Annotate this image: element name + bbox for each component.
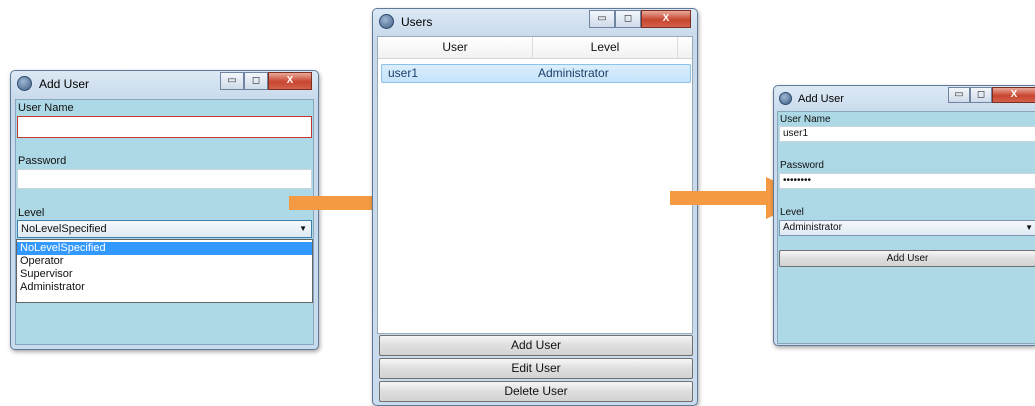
password-label: Password [780,160,824,171]
level-option[interactable]: Operator [17,255,312,268]
password-value: •••••••• [783,175,812,186]
app-icon [779,92,792,105]
level-selected-value: NoLevelSpecified [21,223,107,235]
window-title: Add User [798,93,844,105]
close-button[interactable]: X [268,72,312,90]
app-icon [17,76,32,91]
level-combobox[interactable]: NoLevelSpecified ▼ [17,220,312,238]
client-area: User Name user1 Password •••••••• Level … [777,111,1035,344]
titlebar[interactable]: Add User ▭ ◻ X [11,71,318,97]
level-option[interactable]: NoLevelSpecified [17,242,312,255]
level-dropdown-list: NoLevelSpecified Operator Supervisor Adm… [16,239,313,303]
app-icon [379,14,394,29]
row-user-cell: user1 [388,66,419,80]
add-user-button[interactable]: Add User [779,250,1035,267]
minimize-button[interactable]: ▭ [948,87,970,103]
user-name-label: User Name [18,102,74,114]
minimize-button[interactable]: ▭ [220,72,244,90]
client-area: User Name Password Level NoLevelSpecifie… [15,99,314,345]
close-button[interactable]: X [641,10,691,28]
table-row[interactable]: user1 Administrator [381,64,691,83]
titlebar[interactable]: Add User ▭ ◻ X [774,86,1035,112]
edit-user-button[interactable]: Edit User [379,358,693,379]
user-name-label: User Name [780,114,831,125]
minimize-button[interactable]: ▭ [589,10,615,28]
dropdown-arrow-icon[interactable]: ▼ [1025,221,1033,235]
password-label: Password [18,155,67,167]
level-selected-value: Administrator [783,222,842,233]
add-user-button[interactable]: Add User [379,335,693,356]
window-title: Add User [39,77,90,91]
maximize-button[interactable]: ◻ [615,10,641,28]
row-level-cell: Administrator [538,66,609,80]
delete-user-button[interactable]: Delete User [379,381,693,402]
column-header-level[interactable]: Level [533,37,678,58]
user-name-field[interactable]: user1 [779,126,1035,142]
window-title: Users [401,15,433,29]
password-field[interactable] [17,169,312,189]
add-user-window-2: Add User ▭ ◻ X User Name user1 Password … [773,85,1035,346]
level-combobox[interactable]: Administrator ▼ [779,220,1035,236]
user-name-field[interactable] [17,116,312,138]
users-window: Users ▭ ◻ X User Level user1 Administrat… [372,8,698,406]
list-header: User Level [378,37,692,59]
close-button[interactable]: X [992,87,1035,103]
level-label: Level [18,207,45,219]
users-list-view[interactable]: User Level user1 Administrator [377,36,693,334]
user-name-value: user1 [783,128,809,139]
maximize-button[interactable]: ◻ [970,87,992,103]
column-header-user[interactable]: User [378,37,533,58]
level-label: Level [780,207,804,218]
level-option[interactable]: Administrator [17,281,312,294]
add-user-window-1: Add User ▭ ◻ X User Name Password Level … [10,70,319,350]
titlebar[interactable]: Users ▭ ◻ X [373,9,697,35]
maximize-button[interactable]: ◻ [244,72,268,90]
password-field[interactable]: •••••••• [779,173,1035,189]
level-option[interactable]: Supervisor [17,268,312,281]
